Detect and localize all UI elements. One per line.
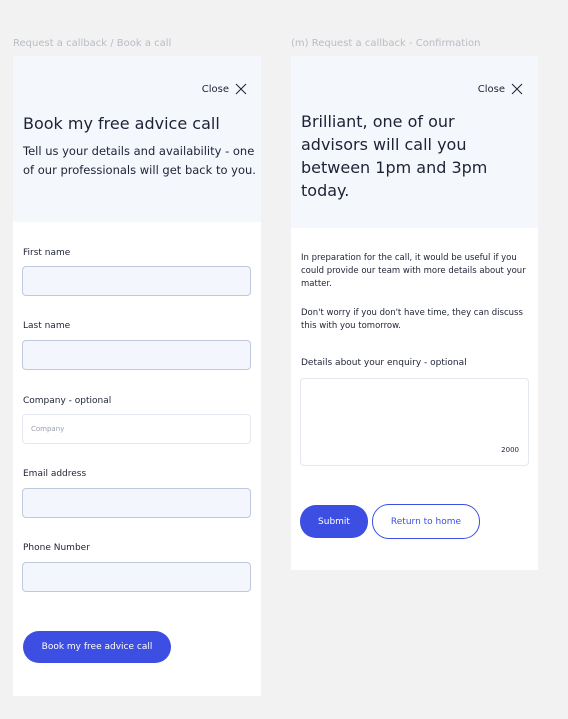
close-x-icon [235, 83, 247, 95]
booking-header: Close Book my free advice call Tell us y… [13, 56, 261, 222]
confirmation-paragraph-1: In preparation for the call, it would be… [301, 253, 526, 289]
first-name-label: First name [23, 248, 71, 258]
frame-label-booking: Request a callback / Book a call [13, 38, 172, 49]
book-call-button[interactable]: Book my free advice call [23, 631, 171, 663]
confirmation-title: Brilliant, one of our advisors will call… [301, 112, 488, 200]
last-name-input[interactable] [22, 340, 251, 370]
details-label: Details about your enquiry - optional [301, 358, 467, 368]
email-input[interactable] [22, 488, 251, 518]
company-label: Company - optional [23, 396, 112, 406]
confirmation-close-label: Close [477, 83, 505, 95]
confirmation-close-button[interactable]: Close [478, 83, 523, 95]
first-name-input[interactable] [22, 266, 251, 296]
booking-panel: Close Book my free advice call Tell us y… [13, 56, 261, 696]
confirmation-panel: Close Brilliant, one of our advisors wil… [291, 56, 538, 570]
details-textarea[interactable]: 2000 [300, 378, 529, 466]
return-home-button[interactable]: Return to home [372, 504, 480, 539]
frame-label-confirmation: (m) Request a callback - Confirmation [291, 38, 481, 49]
phone-label: Phone Number [23, 543, 90, 553]
booking-close-button[interactable]: Close [202, 83, 247, 95]
submit-button[interactable]: Submit [300, 505, 368, 538]
booking-close-label: Close [201, 83, 229, 95]
booking-title: Book my free advice call [23, 114, 220, 133]
character-counter: 2000 [501, 446, 519, 454]
email-label: Email address [23, 469, 87, 479]
confirmation-header: Close Brilliant, one of our advisors wil… [291, 56, 538, 228]
company-input[interactable] [22, 414, 251, 444]
last-name-label: Last name [23, 321, 71, 331]
confirmation-paragraph-2: Don't worry if you don't have time, they… [301, 308, 523, 331]
booking-subtitle: Tell us your details and availability - … [23, 144, 256, 177]
close-x-icon [511, 83, 523, 95]
phone-input[interactable] [22, 562, 251, 592]
